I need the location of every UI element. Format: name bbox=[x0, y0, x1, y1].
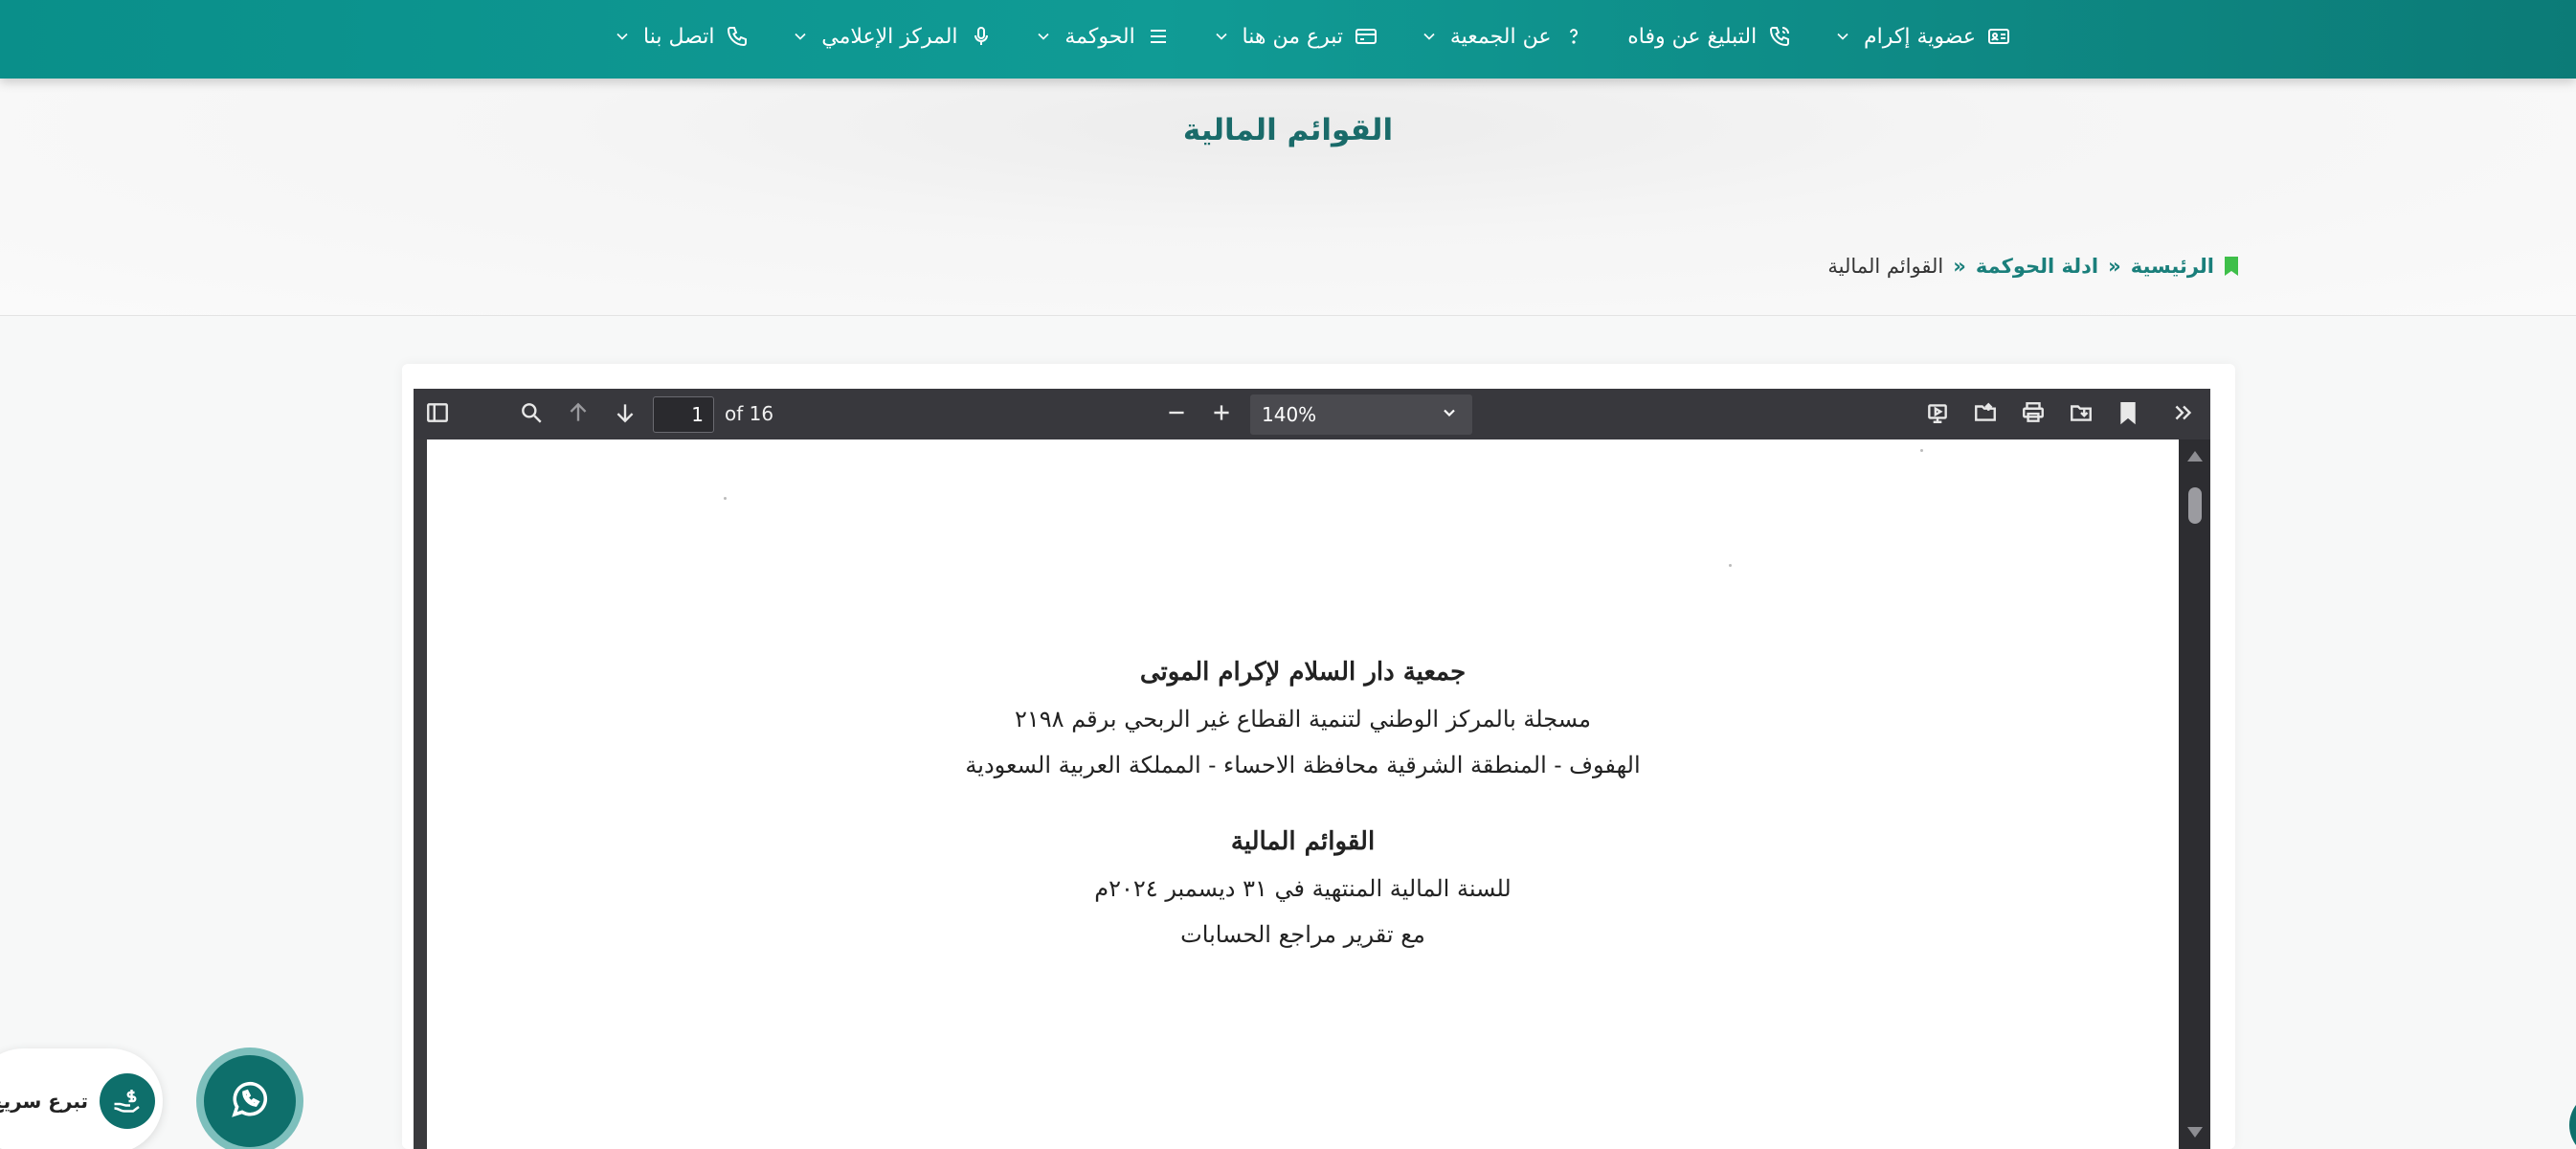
presentation-icon bbox=[1925, 400, 1950, 429]
top-navigation: عضوية إكرام التبليغ عن وفاه عن الجمعية ت… bbox=[0, 0, 2576, 79]
phone-call-icon bbox=[1768, 25, 1791, 48]
nav-item-about[interactable]: عن الجمعية bbox=[1420, 25, 1586, 49]
bookmark-icon bbox=[2224, 256, 2239, 277]
download-button[interactable] bbox=[2067, 400, 2095, 429]
document-org-name: جمعية دار السلام لإكرام الموتى bbox=[1139, 658, 1467, 687]
zoom-in-button[interactable] bbox=[1207, 400, 1236, 429]
scan-speck bbox=[1729, 564, 1732, 567]
open-file-button[interactable] bbox=[1971, 400, 2000, 429]
nav-item-label: تبرع من هنا bbox=[1242, 24, 1344, 49]
printer-icon bbox=[2021, 400, 2046, 429]
scroll-top-button[interactable] bbox=[2569, 1092, 2576, 1149]
previous-page-button[interactable] bbox=[564, 400, 593, 429]
open-file-icon bbox=[1973, 400, 1998, 429]
nav-item-contact[interactable]: اتصل بنا bbox=[613, 25, 749, 49]
nav-item-donate[interactable]: تبرع من هنا bbox=[1212, 25, 1378, 49]
plus-icon bbox=[1209, 400, 1234, 429]
nav-item-membership[interactable]: عضوية إكرام bbox=[1833, 25, 2010, 49]
nav-item-report-death[interactable]: التبليغ عن وفاه bbox=[1627, 25, 1791, 49]
double-chevron-right-icon bbox=[2171, 400, 2196, 429]
zoom-value: 140% bbox=[1262, 403, 1317, 426]
sidebar-toggle-button[interactable] bbox=[423, 400, 452, 429]
chevron-down-icon bbox=[1440, 403, 1459, 427]
presentation-mode-button[interactable] bbox=[1923, 400, 1952, 429]
scroll-up-arrow[interactable] bbox=[2187, 451, 2203, 462]
scroll-thumb[interactable] bbox=[2188, 487, 2202, 524]
scroll-down-arrow[interactable] bbox=[2187, 1127, 2203, 1138]
phone-icon bbox=[726, 25, 749, 48]
document-location: الهفوف - المنطقة الشرقية محافظة الاحساء … bbox=[965, 752, 1641, 778]
chevron-down-icon bbox=[613, 27, 632, 46]
scan-speck bbox=[1920, 449, 1923, 452]
bookmark-icon bbox=[2116, 400, 2140, 429]
breadcrumb: الرئيسية » ادلة الحوكمة » القوائم المالي… bbox=[1827, 255, 2239, 278]
sidebar-icon bbox=[425, 400, 450, 429]
nav-item-label: المركز الإعلامي bbox=[821, 24, 958, 49]
quick-donate-label: تبرع سريع bbox=[0, 1090, 88, 1113]
pdf-page: جمعية دار السلام لإكرام الموتى مسجلة بال… bbox=[427, 439, 2179, 1149]
breadcrumb-home[interactable]: الرئيسية bbox=[2131, 255, 2214, 278]
nav-item-label: اتصل بنا bbox=[643, 24, 715, 49]
id-card-icon bbox=[1987, 25, 2010, 48]
scan-speck bbox=[724, 497, 727, 500]
chevron-down-icon bbox=[1212, 27, 1231, 46]
breadcrumb-separator: » bbox=[2108, 255, 2121, 278]
page-number-input[interactable] bbox=[653, 396, 714, 433]
arrow-up-icon bbox=[566, 400, 591, 429]
breadcrumb-governance-guides[interactable]: ادلة الحوكمة bbox=[1976, 255, 2098, 278]
document-auditor-report: مع تقرير مراجع الحسابات bbox=[1180, 921, 1425, 948]
search-icon bbox=[519, 400, 544, 429]
nav-item-media-center[interactable]: المركز الإعلامي bbox=[791, 25, 992, 49]
download-folder-icon bbox=[2069, 400, 2094, 429]
page-title: القوائم المالية bbox=[1182, 113, 1394, 147]
chevron-down-icon bbox=[1420, 27, 1439, 46]
nav-item-label: عضوية إكرام bbox=[1864, 24, 1976, 49]
next-page-button[interactable] bbox=[611, 400, 639, 429]
chevron-down-icon bbox=[1034, 27, 1053, 46]
whatsapp-icon bbox=[227, 1076, 273, 1126]
nav-items: عضوية إكرام التبليغ عن وفاه عن الجمعية ت… bbox=[613, 0, 2010, 73]
list-icon bbox=[1147, 25, 1170, 48]
question-icon bbox=[1562, 25, 1585, 48]
page-count: of 16 bbox=[725, 402, 774, 425]
chevron-down-icon bbox=[791, 27, 810, 46]
chevron-down-icon bbox=[1833, 27, 1852, 46]
tools-button[interactable] bbox=[2169, 400, 2198, 429]
breadcrumb-separator: » bbox=[1953, 255, 1966, 278]
quick-donate-button[interactable]: تبرع سريع bbox=[0, 1048, 163, 1149]
pdf-viewer: of 16 140% bbox=[414, 389, 2210, 1149]
nav-item-label: التبليغ عن وفاه bbox=[1627, 24, 1758, 49]
find-button[interactable] bbox=[517, 400, 546, 429]
minus-icon bbox=[1164, 400, 1189, 429]
bookmark-button[interactable] bbox=[2114, 400, 2142, 429]
nav-item-label: الحوكمة bbox=[1064, 24, 1135, 49]
document-registration: مسجلة بالمركز الوطني لتنمية القطاع غير ا… bbox=[1015, 706, 1592, 732]
document-period: للسنة المالية المنتهية في ٣١ ديسمبر ٢٠٢٤… bbox=[1094, 875, 1512, 902]
zoom-out-button[interactable] bbox=[1162, 400, 1191, 429]
whatsapp-button[interactable] bbox=[196, 1048, 303, 1149]
document-statement-title: القوائم المالية bbox=[1230, 827, 1376, 856]
nav-item-governance[interactable]: الحوكمة bbox=[1034, 25, 1169, 49]
zoom-select[interactable]: 140% bbox=[1250, 394, 1472, 435]
arrow-down-icon bbox=[613, 400, 638, 429]
credit-card-icon bbox=[1355, 25, 1378, 48]
document-cover-text: جمعية دار السلام لإكرام الموتى مسجلة بال… bbox=[427, 658, 2179, 948]
nav-item-label: عن الجمعية bbox=[1449, 24, 1552, 49]
breadcrumb-current: القوائم المالية bbox=[1827, 255, 1944, 278]
pdf-toolbar: of 16 140% bbox=[414, 389, 2210, 439]
donate-hand-icon bbox=[100, 1073, 155, 1129]
pdf-scrollbar[interactable] bbox=[2179, 439, 2210, 1149]
print-button[interactable] bbox=[2019, 400, 2048, 429]
microphone-icon bbox=[970, 25, 993, 48]
